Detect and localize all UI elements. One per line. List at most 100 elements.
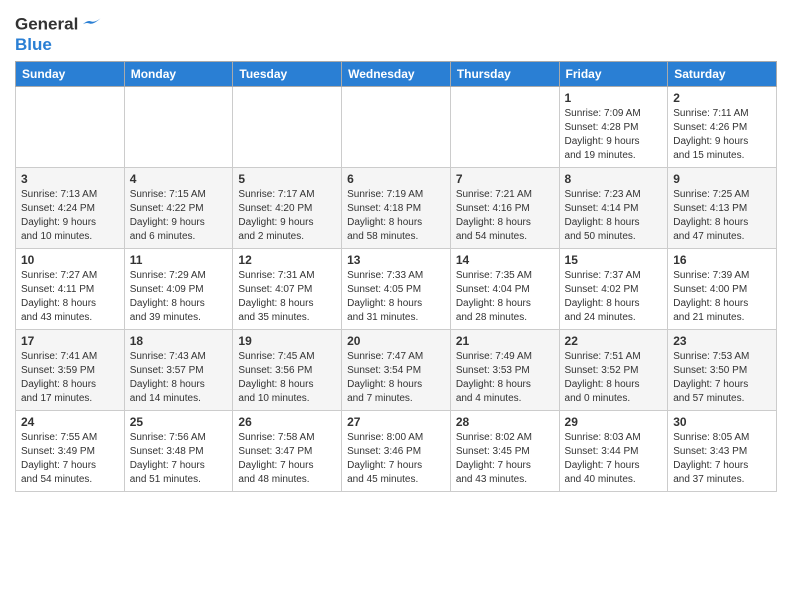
- day-info: Sunrise: 7:43 AM Sunset: 3:57 PM Dayligh…: [130, 350, 228, 406]
- day-number: 15: [565, 253, 663, 267]
- calendar-cell: 21 Sunrise: 7:49 AM Sunset: 3:53 PM Dayli…: [450, 329, 559, 410]
- day-info: Sunrise: 7:19 AM Sunset: 4:18 PM Dayligh…: [347, 188, 445, 244]
- calendar-cell: 29 Sunrise: 8:03 AM Sunset: 3:44 PM Dayli…: [559, 410, 668, 491]
- week-row-3: 10 Sunrise: 7:27 AM Sunset: 4:11 PM Dayli…: [16, 248, 777, 329]
- calendar-cell: 16 Sunrise: 7:39 AM Sunset: 4:00 PM Dayli…: [668, 248, 777, 329]
- day-info: Sunrise: 7:45 AM Sunset: 3:56 PM Dayligh…: [238, 350, 336, 406]
- day-number: 29: [565, 415, 663, 429]
- day-number: 23: [673, 334, 771, 348]
- day-info: Sunrise: 7:47 AM Sunset: 3:54 PM Dayligh…: [347, 350, 445, 406]
- weekday-header-row: SundayMondayTuesdayWednesdayThursdayFrid…: [16, 61, 777, 86]
- day-number: 18: [130, 334, 228, 348]
- day-number: 10: [21, 253, 119, 267]
- calendar-cell: [233, 86, 342, 167]
- weekday-header-wednesday: Wednesday: [342, 61, 451, 86]
- day-info: Sunrise: 7:58 AM Sunset: 3:47 PM Dayligh…: [238, 431, 336, 487]
- day-info: Sunrise: 7:49 AM Sunset: 3:53 PM Dayligh…: [456, 350, 554, 406]
- calendar-table: SundayMondayTuesdayWednesdayThursdayFrid…: [15, 61, 777, 492]
- weekday-header-tuesday: Tuesday: [233, 61, 342, 86]
- day-number: 1: [565, 91, 663, 105]
- calendar-cell: 6Sunrise: 7:19 AM Sunset: 4:18 PM Daylig…: [342, 167, 451, 248]
- day-number: 17: [21, 334, 119, 348]
- calendar-cell: 14Sunrise: 7:35 AM Sunset: 4:04 PM Dayli…: [450, 248, 559, 329]
- calendar-cell: 19 Sunrise: 7:45 AM Sunset: 3:56 PM Dayli…: [233, 329, 342, 410]
- day-info: Sunrise: 7:56 AM Sunset: 3:48 PM Dayligh…: [130, 431, 228, 487]
- week-row-4: 17 Sunrise: 7:41 AM Sunset: 3:59 PM Dayli…: [16, 329, 777, 410]
- day-number: 20: [347, 334, 445, 348]
- day-info: Sunrise: 7:15 AM Sunset: 4:22 PM Dayligh…: [130, 188, 228, 244]
- day-info: Sunrise: 7:09 AM Sunset: 4:28 PM Dayligh…: [565, 107, 663, 163]
- day-number: 11: [130, 253, 228, 267]
- calendar-cell: [450, 86, 559, 167]
- day-info: Sunrise: 7:55 AM Sunset: 3:49 PM Dayligh…: [21, 431, 119, 487]
- weekday-header-saturday: Saturday: [668, 61, 777, 86]
- calendar-cell: 1 Sunrise: 7:09 AM Sunset: 4:28 PM Daylig…: [559, 86, 668, 167]
- day-info: Sunrise: 7:23 AM Sunset: 4:14 PM Dayligh…: [565, 188, 663, 244]
- calendar-cell: 28 Sunrise: 8:02 AM Sunset: 3:45 PM Dayli…: [450, 410, 559, 491]
- day-info: Sunrise: 7:17 AM Sunset: 4:20 PM Dayligh…: [238, 188, 336, 244]
- calendar-cell: 9 Sunrise: 7:25 AM Sunset: 4:13 PM Daylig…: [668, 167, 777, 248]
- logo-bird-icon: [80, 14, 102, 36]
- calendar-cell: 2 Sunrise: 7:11 AM Sunset: 4:26 PM Daylig…: [668, 86, 777, 167]
- week-row-1: 1 Sunrise: 7:09 AM Sunset: 4:28 PM Daylig…: [16, 86, 777, 167]
- calendar-cell: 11 Sunrise: 7:29 AM Sunset: 4:09 PM Dayli…: [124, 248, 233, 329]
- logo-blue: Blue: [15, 36, 102, 55]
- logo-general: General: [15, 14, 78, 33]
- week-row-2: 3 Sunrise: 7:13 AM Sunset: 4:24 PM Daylig…: [16, 167, 777, 248]
- calendar-cell: 23 Sunrise: 7:53 AM Sunset: 3:50 PM Dayli…: [668, 329, 777, 410]
- calendar-cell: 22Sunrise: 7:51 AM Sunset: 3:52 PM Dayli…: [559, 329, 668, 410]
- day-info: Sunrise: 8:02 AM Sunset: 3:45 PM Dayligh…: [456, 431, 554, 487]
- day-number: 7: [456, 172, 554, 186]
- day-number: 19: [238, 334, 336, 348]
- calendar-cell: [124, 86, 233, 167]
- day-number: 5: [238, 172, 336, 186]
- day-info: Sunrise: 7:33 AM Sunset: 4:05 PM Dayligh…: [347, 269, 445, 325]
- day-number: 9: [673, 172, 771, 186]
- calendar-cell: [342, 86, 451, 167]
- calendar-cell: 20 Sunrise: 7:47 AM Sunset: 3:54 PM Dayli…: [342, 329, 451, 410]
- day-number: 3: [21, 172, 119, 186]
- calendar-cell: 7 Sunrise: 7:21 AM Sunset: 4:16 PM Daylig…: [450, 167, 559, 248]
- calendar-cell: 15Sunrise: 7:37 AM Sunset: 4:02 PM Dayli…: [559, 248, 668, 329]
- calendar-cell: 3 Sunrise: 7:13 AM Sunset: 4:24 PM Daylig…: [16, 167, 125, 248]
- day-info: Sunrise: 8:05 AM Sunset: 3:43 PM Dayligh…: [673, 431, 771, 487]
- calendar-cell: 8Sunrise: 7:23 AM Sunset: 4:14 PM Daylig…: [559, 167, 668, 248]
- day-number: 28: [456, 415, 554, 429]
- day-info: Sunrise: 7:27 AM Sunset: 4:11 PM Dayligh…: [21, 269, 119, 325]
- header: General Blue: [15, 10, 777, 55]
- day-number: 21: [456, 334, 554, 348]
- calendar-cell: 30 Sunrise: 8:05 AM Sunset: 3:43 PM Dayli…: [668, 410, 777, 491]
- day-info: Sunrise: 7:31 AM Sunset: 4:07 PM Dayligh…: [238, 269, 336, 325]
- day-info: Sunrise: 7:13 AM Sunset: 4:24 PM Dayligh…: [21, 188, 119, 244]
- day-number: 26: [238, 415, 336, 429]
- calendar-cell: 12Sunrise: 7:31 AM Sunset: 4:07 PM Dayli…: [233, 248, 342, 329]
- calendar-cell: 18 Sunrise: 7:43 AM Sunset: 3:57 PM Dayli…: [124, 329, 233, 410]
- weekday-header-thursday: Thursday: [450, 61, 559, 86]
- calendar-cell: 17 Sunrise: 7:41 AM Sunset: 3:59 PM Dayli…: [16, 329, 125, 410]
- day-number: 25: [130, 415, 228, 429]
- day-info: Sunrise: 7:53 AM Sunset: 3:50 PM Dayligh…: [673, 350, 771, 406]
- day-number: 13: [347, 253, 445, 267]
- day-info: Sunrise: 8:00 AM Sunset: 3:46 PM Dayligh…: [347, 431, 445, 487]
- day-number: 30: [673, 415, 771, 429]
- calendar-cell: 24 Sunrise: 7:55 AM Sunset: 3:49 PM Dayli…: [16, 410, 125, 491]
- day-number: 16: [673, 253, 771, 267]
- day-info: Sunrise: 7:51 AM Sunset: 3:52 PM Dayligh…: [565, 350, 663, 406]
- day-info: Sunrise: 7:25 AM Sunset: 4:13 PM Dayligh…: [673, 188, 771, 244]
- day-info: Sunrise: 7:39 AM Sunset: 4:00 PM Dayligh…: [673, 269, 771, 325]
- calendar-cell: 4Sunrise: 7:15 AM Sunset: 4:22 PM Daylig…: [124, 167, 233, 248]
- day-info: Sunrise: 7:11 AM Sunset: 4:26 PM Dayligh…: [673, 107, 771, 163]
- calendar-cell: 27 Sunrise: 8:00 AM Sunset: 3:46 PM Dayli…: [342, 410, 451, 491]
- calendar-cell: 10 Sunrise: 7:27 AM Sunset: 4:11 PM Dayli…: [16, 248, 125, 329]
- week-row-5: 24 Sunrise: 7:55 AM Sunset: 3:49 PM Dayli…: [16, 410, 777, 491]
- day-info: Sunrise: 7:21 AM Sunset: 4:16 PM Dayligh…: [456, 188, 554, 244]
- calendar-cell: 25 Sunrise: 7:56 AM Sunset: 3:48 PM Dayli…: [124, 410, 233, 491]
- day-number: 2: [673, 91, 771, 105]
- day-info: Sunrise: 7:29 AM Sunset: 4:09 PM Dayligh…: [130, 269, 228, 325]
- day-number: 27: [347, 415, 445, 429]
- logo: General Blue: [15, 14, 102, 55]
- calendar-cell: 26 Sunrise: 7:58 AM Sunset: 3:47 PM Dayli…: [233, 410, 342, 491]
- day-info: Sunrise: 8:03 AM Sunset: 3:44 PM Dayligh…: [565, 431, 663, 487]
- day-info: Sunrise: 7:41 AM Sunset: 3:59 PM Dayligh…: [21, 350, 119, 406]
- day-number: 24: [21, 415, 119, 429]
